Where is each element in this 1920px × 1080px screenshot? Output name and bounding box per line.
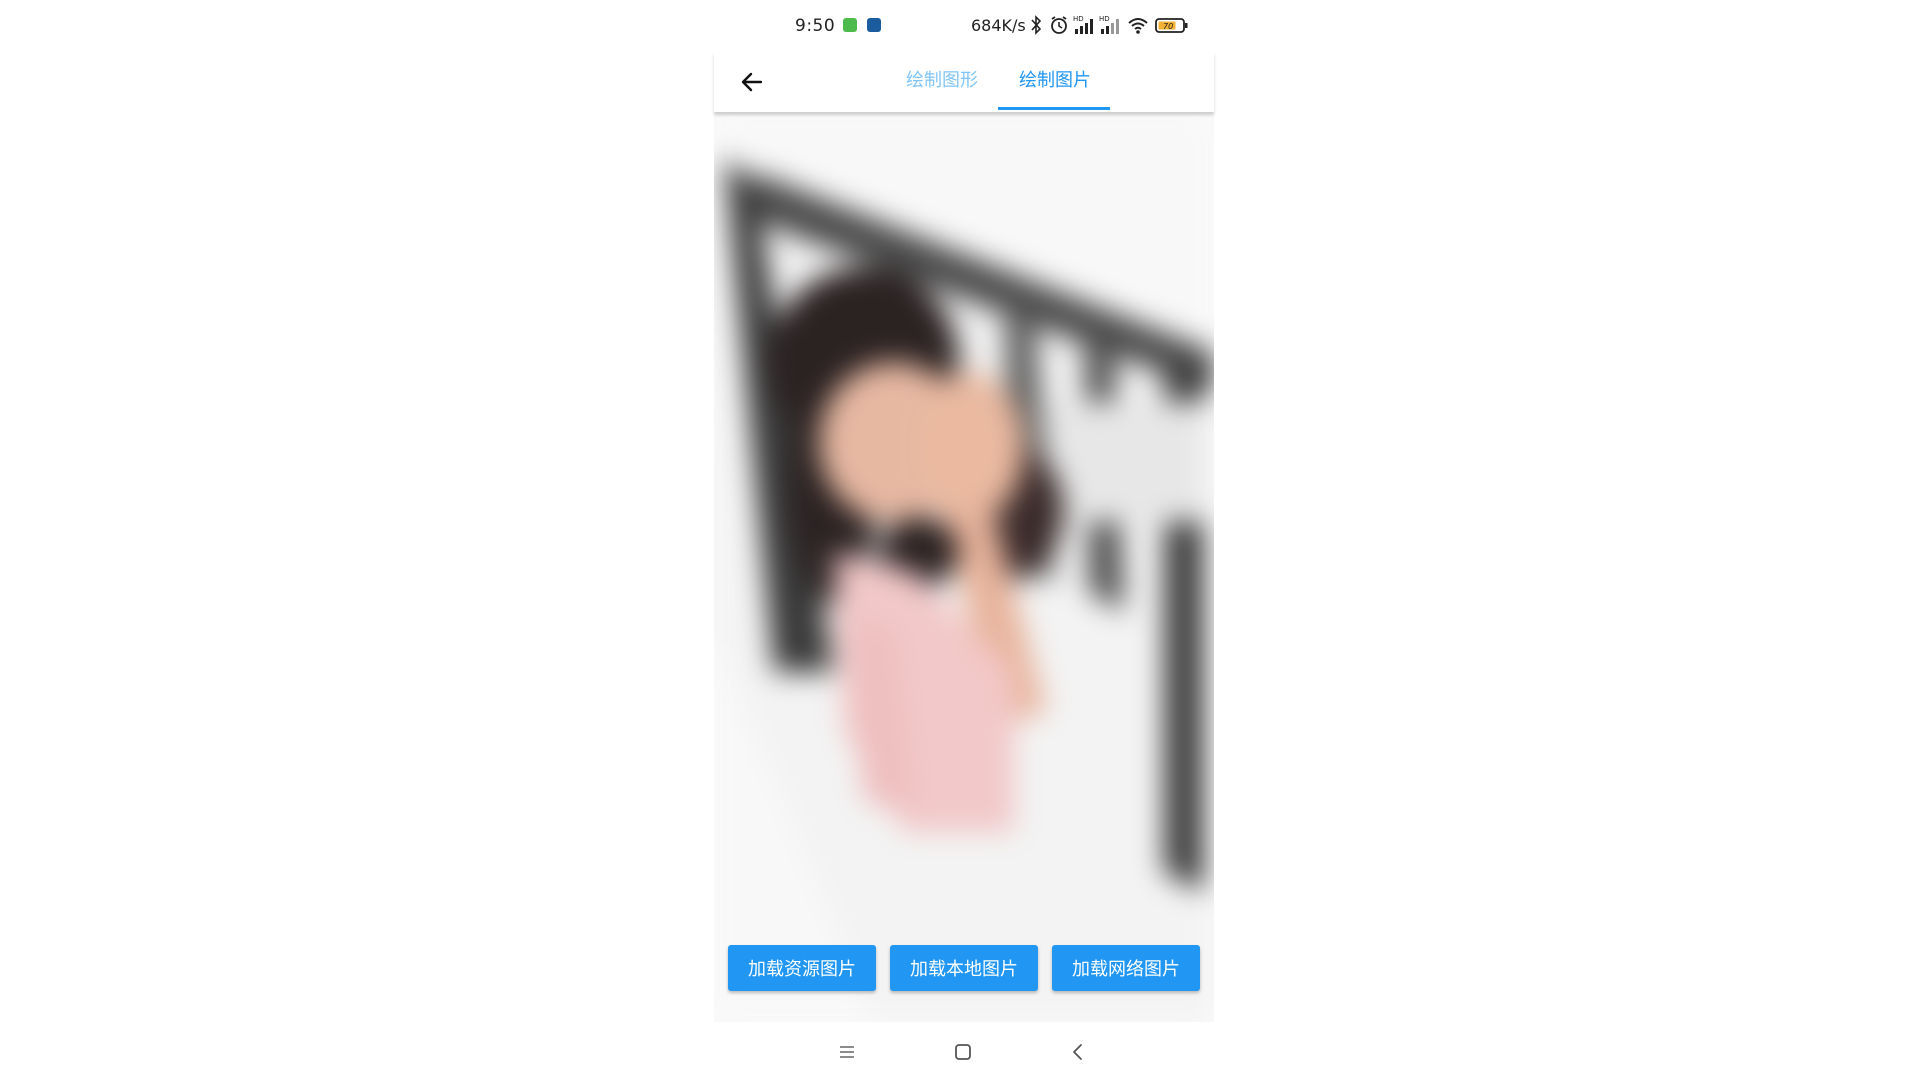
battery-icon: 70 [1155,18,1188,33]
tab-indicator [998,107,1110,110]
back-chevron-icon [1073,1044,1082,1060]
tab-draw-shapes[interactable]: 绘制图形 [906,66,978,92]
arrow-left-icon [741,72,763,92]
drawing-canvas[interactable]: 加载资源图片 加载本地图片 加载网络图片 [714,112,1214,1022]
signal-hd-icon: HD [1073,15,1093,34]
status-time: 9:50 [795,16,836,36]
home-icon [955,1044,971,1060]
notification-green-icon [843,18,857,32]
battery-level: 70 [1163,22,1173,31]
blurred-photo [714,112,1214,1022]
nav-back-button[interactable] [1066,1040,1090,1064]
system-nav-bar [714,1022,1214,1080]
signal-hd-icon: HD [1099,15,1119,34]
load-network-image-button[interactable]: 加载网络图片 [1052,945,1200,991]
wifi-icon [1128,18,1148,34]
status-bar: 9:50 684K/s HD HD 70 [714,0,1214,52]
home-button[interactable] [951,1040,975,1064]
recent-apps-button[interactable] [835,1040,859,1064]
menu-icon [840,1046,854,1058]
app-header: 绘制图形 绘制图片 [714,52,1214,112]
load-local-image-button[interactable]: 加载本地图片 [890,945,1038,991]
network-speed: 684K/s [971,16,1026,35]
notification-blue-icon [867,18,881,32]
tab-draw-images[interactable]: 绘制图片 [1019,66,1091,92]
button-row: 加载资源图片 加载本地图片 加载网络图片 [714,945,1214,991]
bluetooth-icon [1031,15,1042,35]
alarm-icon [1051,16,1067,34]
back-button[interactable] [734,64,770,100]
phone-screen: 9:50 684K/s HD HD 70 绘制图形 绘制图片 加载资源图片 加载… [714,0,1214,1080]
load-resource-image-button[interactable]: 加载资源图片 [728,945,876,991]
svg-text:HD: HD [1073,15,1084,23]
svg-text:HD: HD [1099,15,1110,23]
